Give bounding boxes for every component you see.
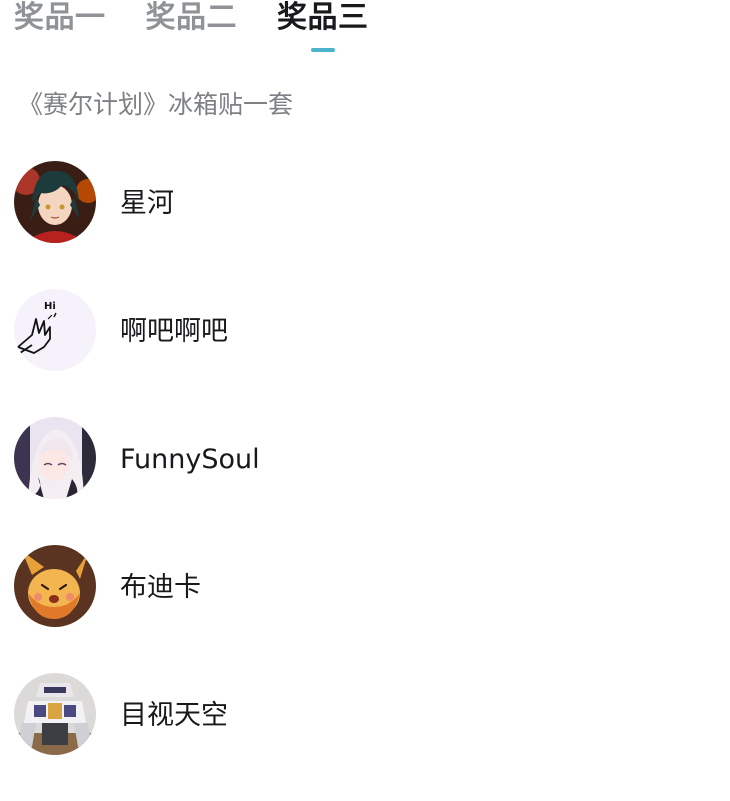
tab-prize-1[interactable]: 奖品一	[14, 0, 106, 54]
winner-row[interactable]: 目视天空	[14, 673, 714, 801]
winner-row[interactable]: 布迪卡	[14, 545, 714, 673]
winner-name: FunnySoul	[120, 444, 260, 475]
winner-row[interactable]: FunnySoul	[14, 417, 714, 545]
winner-row[interactable]: 星河	[14, 161, 714, 289]
winner-name: 啊吧啊吧	[120, 316, 228, 347]
waving-hand-avatar[interactable]: Hi	[14, 289, 96, 371]
svg-text:Hi: Hi	[44, 301, 56, 312]
cartoon-creature-avatar[interactable]	[14, 545, 96, 627]
winner-name: 目视天空	[120, 700, 228, 731]
tab-prize-3[interactable]: 奖品三	[277, 0, 369, 54]
anime-character-avatar[interactable]	[14, 161, 96, 243]
winner-list: 星河 Hi 啊吧啊吧 FunnySoul 布迪卡 目视天空	[14, 161, 714, 801]
tab-label: 奖品一	[14, 0, 106, 35]
anime-girl-avatar[interactable]	[14, 417, 96, 499]
winner-name: 星河	[120, 188, 174, 219]
prize-description: 《赛尔计划》冰箱贴一套	[18, 90, 294, 119]
tab-prize-2[interactable]: 奖品二	[146, 0, 238, 54]
tab-label: 奖品三	[277, 0, 369, 35]
winner-name: 布迪卡	[120, 572, 201, 603]
prize-tabs: 奖品一 奖品二 奖品三	[14, 0, 369, 54]
winner-row[interactable]: Hi 啊吧啊吧	[14, 289, 714, 417]
mecha-robot-avatar[interactable]	[14, 673, 96, 755]
tab-label: 奖品二	[145, 0, 237, 35]
active-tab-indicator	[310, 48, 335, 52]
